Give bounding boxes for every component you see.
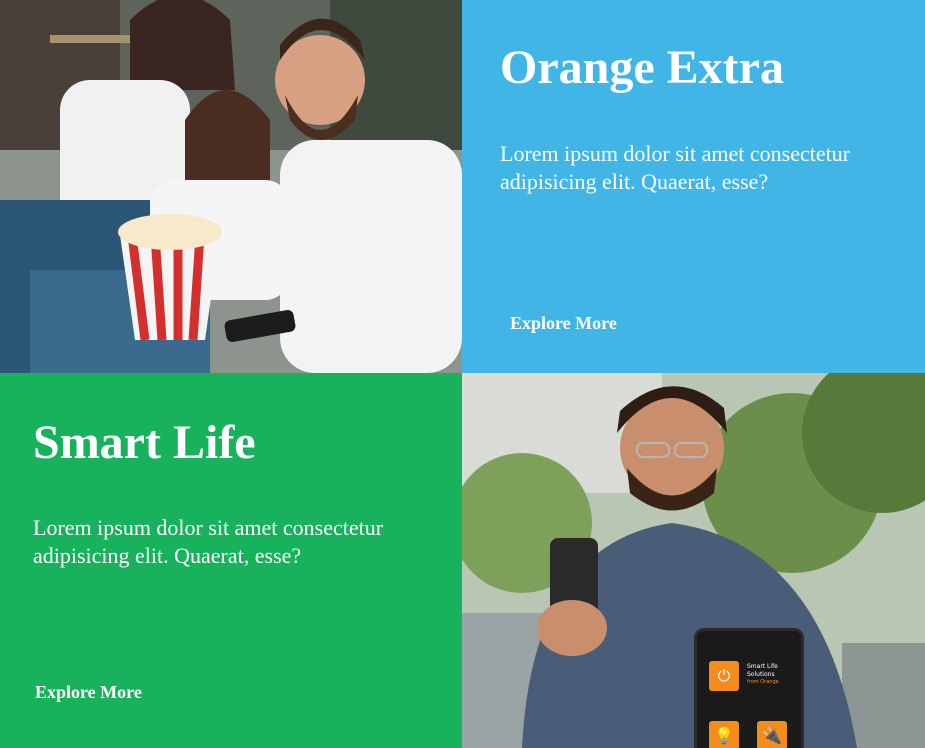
power-icon: ⏻ — [709, 661, 739, 691]
phone-app-brand: from Orange — [747, 679, 779, 685]
orange-extra-title: Orange Extra — [500, 41, 784, 94]
orange-extra-description: Lorem ipsum dolor sit amet consectetur a… — [500, 141, 851, 194]
smart-life-explore-link[interactable]: Explore More — [35, 682, 142, 703]
orange-extra-panel: Orange Extra Lorem ipsum dolor sit amet … — [462, 0, 925, 373]
bulb-icon: 💡 — [709, 721, 739, 748]
family-photo — [0, 0, 462, 373]
orange-extra-explore-link[interactable]: Explore More — [510, 313, 617, 334]
phone-screen: ⏻ Smart Life Solutions from Orange 💡 🔌 — [694, 628, 804, 748]
promo-grid: Orange Extra Lorem ipsum dolor sit amet … — [0, 0, 925, 748]
phone-app-title: Smart Life — [747, 663, 778, 670]
man-with-phone-photo: ⏻ Smart Life Solutions from Orange 💡 🔌 — [462, 373, 925, 748]
plug-icon: 🔌 — [757, 721, 787, 748]
smart-life-description: Lorem ipsum dolor sit amet consectetur a… — [33, 515, 384, 568]
phone-app-subtitle: Solutions — [747, 671, 775, 678]
family-illustration — [0, 0, 462, 373]
smart-life-panel: Smart Life Lorem ipsum dolor sit amet co… — [0, 373, 462, 748]
smart-life-title: Smart Life — [33, 416, 256, 469]
